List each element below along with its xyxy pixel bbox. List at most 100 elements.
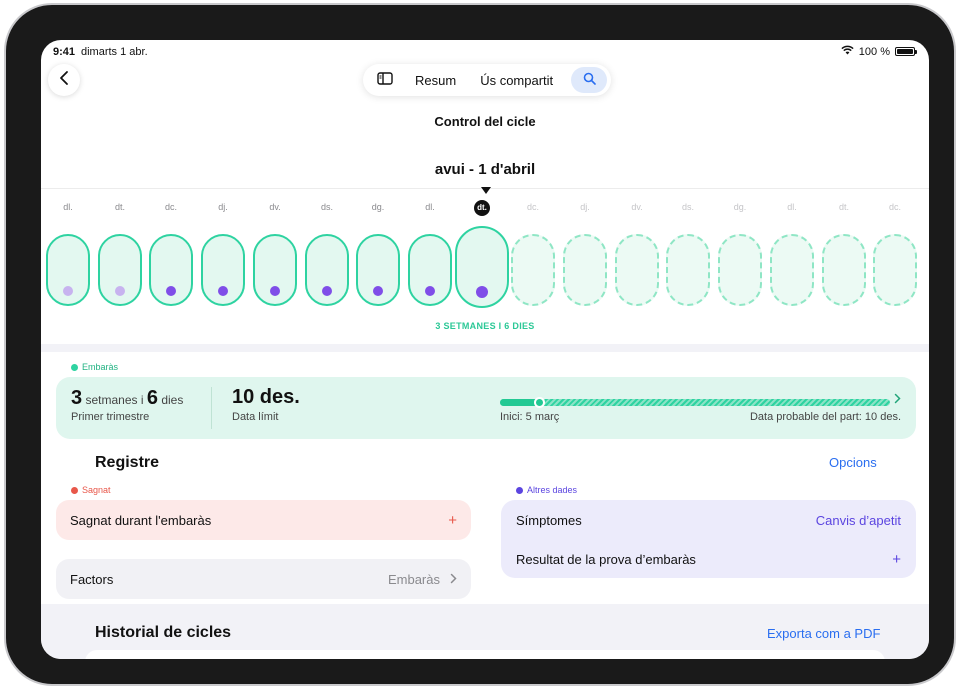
due-probable-label: Data probable del part: 10 des. <box>749 411 901 423</box>
log-dot-icon <box>166 286 176 296</box>
today-marker-icon <box>481 187 491 194</box>
day-pill[interactable] <box>149 234 193 306</box>
search-button[interactable] <box>571 67 607 93</box>
day-pill[interactable] <box>201 234 245 306</box>
status-indicators: 100 % <box>841 45 917 58</box>
day-pill[interactable] <box>873 234 917 306</box>
day-pill-today[interactable] <box>455 226 509 308</box>
factors-value: Embaràs <box>387 571 440 587</box>
sidebar-toggle-button[interactable] <box>373 68 397 92</box>
day-label: dj. <box>218 202 228 212</box>
day-pill[interactable] <box>822 234 866 306</box>
day-label: dc. <box>164 202 177 212</box>
registre-title: Registre <box>95 454 160 471</box>
day-pill[interactable] <box>305 234 349 306</box>
chevron-left-icon <box>59 70 69 91</box>
weeks-number: 3 <box>71 387 83 409</box>
bleeding-tag: Sagnat <box>71 485 111 495</box>
day-pill[interactable] <box>563 234 607 306</box>
section-separator <box>41 344 929 352</box>
day-label: dt. <box>474 200 490 216</box>
due-date-value: 10 des. <box>232 386 300 408</box>
log-dot-icon <box>425 286 435 296</box>
pregnancy-test-label: Resultat de la prova d’embaràs <box>516 551 696 567</box>
day-label: dt. <box>838 202 849 212</box>
log-dot-icon <box>63 286 73 296</box>
symptoms-row[interactable]: Símptomes Canvis d’apetit <box>516 510 901 530</box>
day-pill[interactable] <box>666 234 710 306</box>
battery-percent: 100 % <box>858 45 890 58</box>
purple-dot-icon <box>516 486 523 494</box>
add-test-button[interactable]: + <box>892 551 901 568</box>
log-dot-icon <box>476 286 488 298</box>
factors-row-label: Factors <box>70 571 114 587</box>
day-label: dj. <box>580 202 590 212</box>
add-bleeding-button[interactable]: + <box>448 512 457 529</box>
other-data-tag: Altres dades <box>516 485 577 495</box>
cycle-history-section: Historial de cicles Exporta com a PDF <box>41 604 929 659</box>
chevron-right-icon <box>894 392 901 407</box>
day-pill[interactable] <box>770 234 814 306</box>
pregnancy-card[interactable]: 3 setmanes i 6 dies Primer trimestre 10 … <box>56 377 916 439</box>
trimester-label: Primer trimestre <box>71 411 150 423</box>
due-date-label: Data límit <box>232 411 279 423</box>
log-dot-icon <box>322 286 332 296</box>
day-label: dl. <box>63 202 73 212</box>
options-button[interactable]: Opcions <box>829 455 877 470</box>
pregnancy-progress-bar <box>500 397 890 408</box>
card-divider <box>211 387 212 429</box>
ipad-frame: 9:41 dimarts 1 abr. 100 % Resum Ús compa… <box>4 3 956 686</box>
status-bar: 9:41 dimarts 1 abr. 100 % <box>41 40 929 64</box>
log-dot-icon <box>373 286 383 296</box>
symptoms-value: Canvis d’apetit <box>815 512 901 528</box>
day-label: dc. <box>888 202 901 212</box>
pregnancy-tag-label: Embaràs <box>82 362 119 372</box>
back-button[interactable] <box>48 64 80 96</box>
day-pill[interactable] <box>46 234 90 306</box>
day-pill[interactable] <box>98 234 142 306</box>
tab-sharing[interactable]: Ús compartit <box>480 73 553 88</box>
day-pill[interactable] <box>511 234 555 306</box>
history-title: Historial de cicles <box>95 624 232 641</box>
log-dot-icon <box>218 286 228 296</box>
day-label: dv. <box>631 202 643 212</box>
other-data-card: Símptomes Canvis d’apetit Resultat de la… <box>501 500 916 578</box>
pregnancy-duration: 3 setmanes i 6 dies <box>71 387 183 410</box>
bleeding-tag-label: Sagnat <box>82 485 111 495</box>
status-date: dimarts 1 abr. <box>81 46 148 58</box>
factors-row[interactable]: Factors Embaràs <box>56 559 471 599</box>
days-word: dies <box>161 393 184 407</box>
day-pill[interactable] <box>253 234 297 306</box>
day-pill[interactable] <box>408 234 452 306</box>
day-label: dl. <box>787 202 797 212</box>
history-card <box>85 650 885 659</box>
day-pill[interactable] <box>356 234 400 306</box>
day-label: dt. <box>114 202 125 212</box>
day-pill[interactable] <box>718 234 762 306</box>
symptoms-row-label: Símptomes <box>516 512 582 528</box>
day-label: dl. <box>425 202 435 212</box>
export-pdf-button[interactable]: Exporta com a PDF <box>767 626 880 641</box>
red-dot-icon <box>71 486 78 494</box>
day-label: dv. <box>269 202 281 212</box>
other-data-tag-label: Altres dades <box>527 485 578 495</box>
days-number: 6 <box>146 387 158 409</box>
day-label: ds. <box>320 202 333 212</box>
bleeding-row-label: Sagnat durant l'embaràs <box>70 512 212 528</box>
chevron-right-icon <box>450 571 457 588</box>
pregnancy-test-row[interactable]: Resultat de la prova d’embaràs + <box>516 549 901 569</box>
day-label: ds. <box>681 202 694 212</box>
bleeding-row[interactable]: Sagnat durant l'embaràs + <box>56 500 471 540</box>
status-time: 9:41 <box>53 46 76 58</box>
battery-icon <box>895 47 917 56</box>
day-label: dc. <box>526 202 539 212</box>
weeks-word: setmanes i <box>85 393 144 407</box>
screen: 9:41 dimarts 1 abr. 100 % Resum Ús compa… <box>41 40 929 659</box>
start-date-label: Inici: 5 març <box>500 411 560 423</box>
tab-summary[interactable]: Resum <box>415 73 456 88</box>
search-icon <box>583 72 596 88</box>
day-pill[interactable] <box>615 234 659 306</box>
day-label: dg. <box>733 202 747 212</box>
pregnancy-tag: Embaràs <box>71 362 118 372</box>
top-toolbar: Resum Ús compartit <box>363 64 611 96</box>
